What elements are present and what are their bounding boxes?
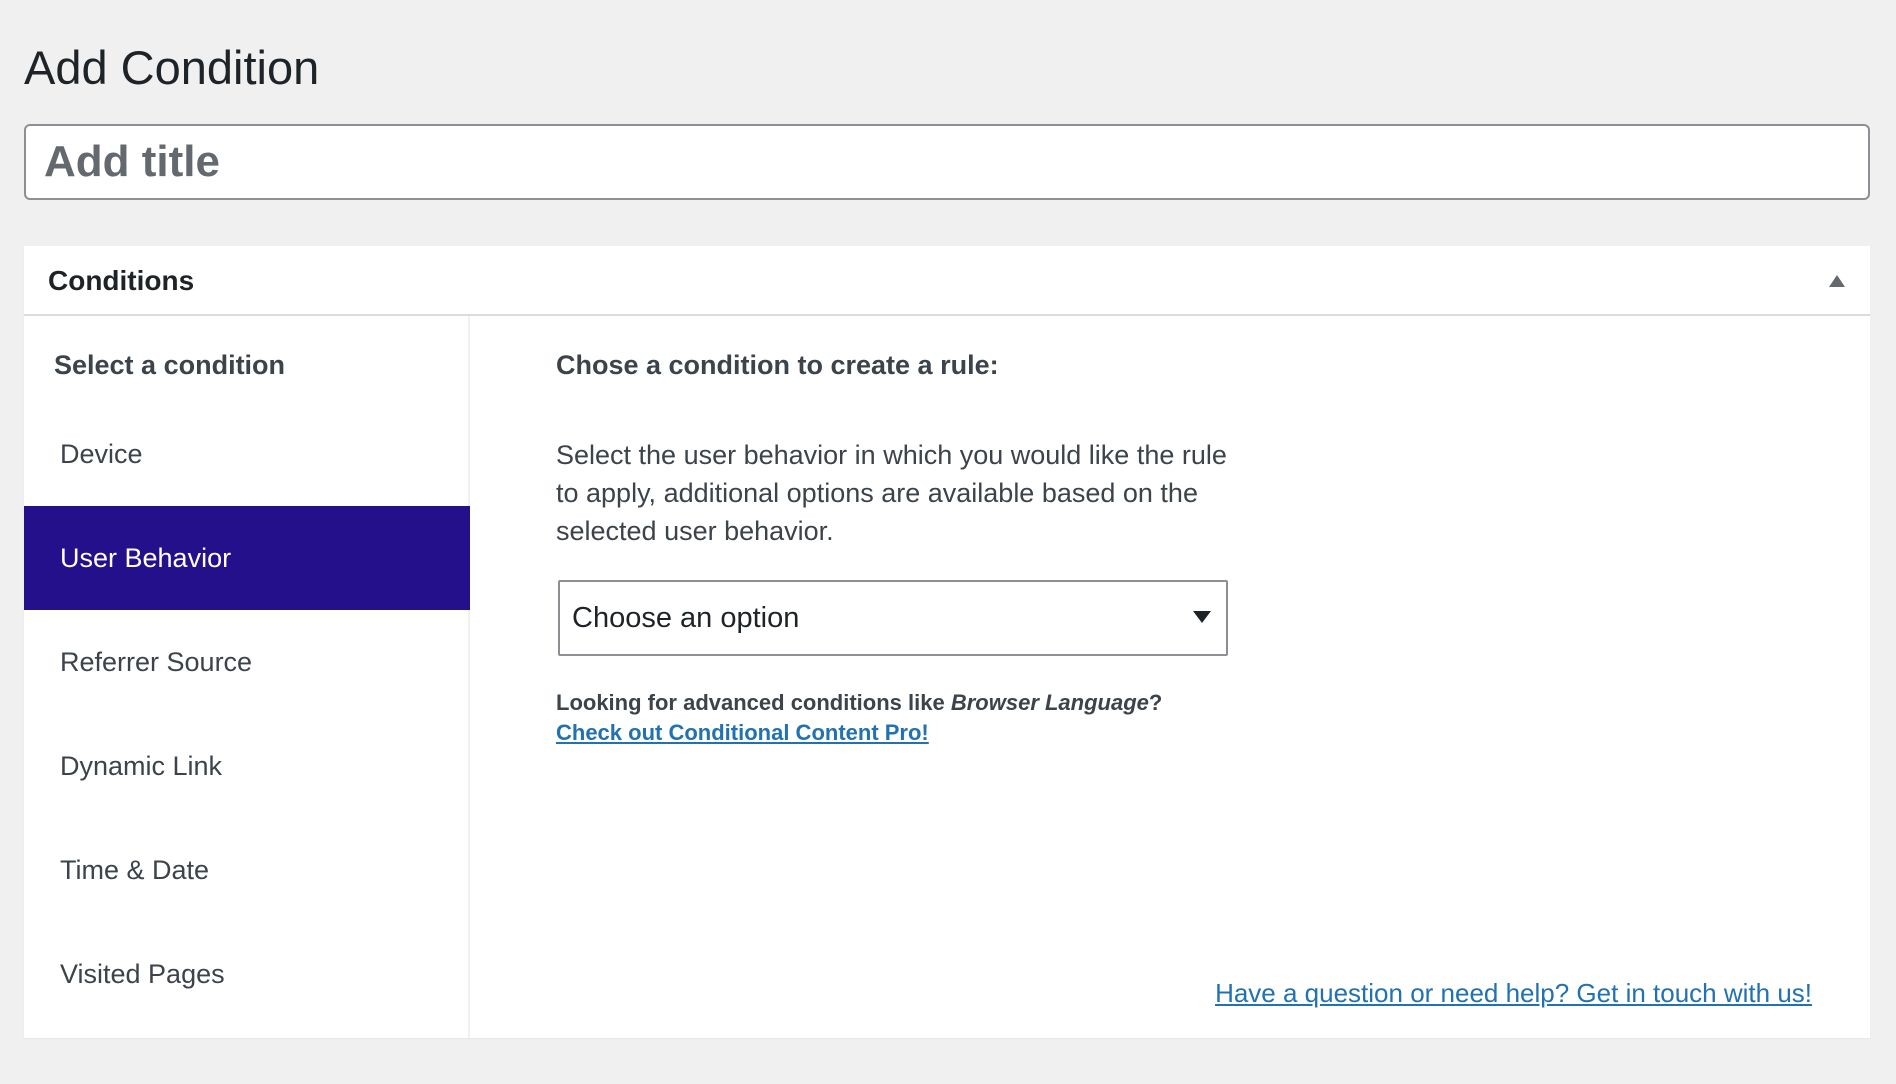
- sidebar-item-referrer-source[interactable]: Referrer Source: [24, 610, 470, 714]
- upsell-emphasis: Browser Language: [950, 690, 1149, 715]
- condition-list: Device User Behavior Referrer Source Dyn…: [24, 402, 470, 1026]
- content-description: Select the user behavior in which you wo…: [556, 440, 1227, 546]
- behavior-select[interactable]: Choose an option: [558, 580, 1228, 656]
- panel-title: Conditions: [48, 265, 195, 296]
- sidebar-item-visited-pages[interactable]: Visited Pages: [24, 922, 470, 1026]
- sidebar-item-time-date[interactable]: Time & Date: [24, 818, 470, 922]
- caret-down-icon: [1193, 611, 1211, 623]
- select-value: Choose an option: [572, 601, 800, 634]
- sidebar-item-label: Device: [60, 438, 143, 469]
- sidebar-item-user-behavior[interactable]: User Behavior: [24, 506, 470, 610]
- panel-header: Conditions: [24, 246, 1870, 316]
- content-heading: Chose a condition to create a rule:: [556, 350, 999, 380]
- collapse-toggle-button[interactable]: [1818, 262, 1856, 300]
- sidebar-item-label: User Behavior: [60, 542, 232, 573]
- sidebar-item-label: Referrer Source: [60, 646, 253, 677]
- help-link[interactable]: Have a question or need help? Get in tou…: [1215, 976, 1812, 1010]
- page-title: Add Condition: [24, 41, 320, 94]
- pro-upsell-link[interactable]: Check out Conditional Content Pro!: [556, 718, 929, 748]
- upsell-suffix: ?: [1148, 690, 1163, 715]
- upsell-prefix: Looking for advanced conditions like: [556, 690, 951, 715]
- sidebar-item-label: Visited Pages: [60, 958, 225, 989]
- condition-content: Chose a condition to create a rule: Sele…: [470, 316, 1870, 1038]
- condition-sidebar: Select a condition Device User Behavior …: [24, 316, 470, 1038]
- sidebar-heading: Select a condition: [54, 350, 286, 380]
- conditions-panel: Conditions Select a condition Device Use…: [24, 246, 1870, 1038]
- upsell-text: Looking for advanced conditions like Bro…: [556, 688, 1162, 718]
- sidebar-item-device[interactable]: Device: [24, 402, 470, 506]
- triangle-up-icon: [1829, 275, 1845, 287]
- title-input[interactable]: [24, 124, 1870, 200]
- sidebar-item-label: Dynamic Link: [60, 750, 223, 781]
- sidebar-item-dynamic-link[interactable]: Dynamic Link: [24, 714, 470, 818]
- sidebar-item-label: Time & Date: [60, 854, 210, 885]
